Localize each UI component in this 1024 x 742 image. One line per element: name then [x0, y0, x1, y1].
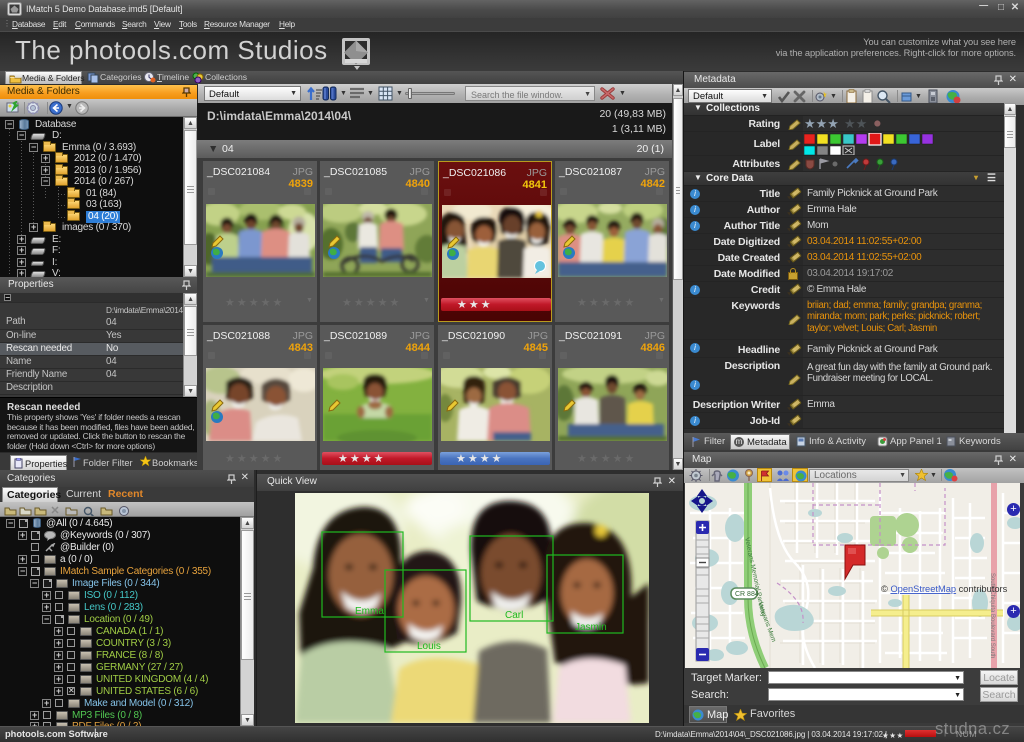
- svg-text:Emma: Emma: [355, 606, 384, 617]
- svg-text:CR 884: CR 884: [735, 591, 759, 598]
- svg-text:© OpenStreetMap contributors: © OpenStreetMap contributors: [881, 584, 1008, 594]
- svg-text:Louis: Louis: [417, 641, 441, 652]
- svg-text:Jasmin: Jasmin: [575, 622, 607, 633]
- svg-text:Carl: Carl: [505, 610, 523, 621]
